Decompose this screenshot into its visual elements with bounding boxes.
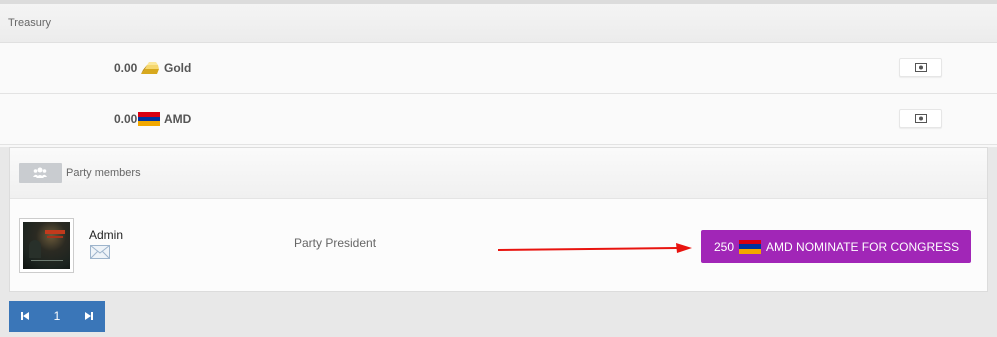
treasury-row-amd: 0.00 AMD — [0, 94, 997, 145]
nominate-amount: 250 — [714, 239, 735, 254]
nominate-label: AMD NOMINATE FOR CONGRESS — [766, 239, 960, 254]
red-arrow-annotation — [497, 243, 692, 253]
money-icon — [915, 114, 927, 123]
treasury-row-gold: 0.00 Gold — [0, 43, 997, 94]
member-name[interactable]: Admin — [89, 228, 123, 242]
party-members-panel: Party members Admin Party President 250 — [9, 147, 988, 292]
treasury-title: Treasury — [0, 4, 997, 43]
money-icon — [915, 63, 927, 72]
first-page-button[interactable] — [9, 301, 41, 332]
party-members-title: Party members — [66, 167, 141, 179]
member-row: Admin Party President 250 AMD NOMINATE F… — [10, 199, 987, 291]
exchange-gold-button[interactable] — [899, 58, 942, 77]
mail-icon[interactable] — [90, 245, 110, 259]
nominate-for-congress-button[interactable]: 250 AMD NOMINATE FOR CONGRESS — [701, 230, 971, 263]
amd-label: AMD — [164, 112, 192, 126]
gold-amount: 0.00 — [114, 61, 138, 75]
avatar[interactable] — [19, 218, 74, 273]
last-page-button[interactable] — [73, 301, 105, 332]
party-members-toggle[interactable] — [19, 163, 62, 183]
amd-amount: 0.00 — [114, 112, 138, 126]
member-role: Party President — [294, 236, 377, 250]
skip-forward-icon — [85, 312, 93, 320]
current-page[interactable]: 1 — [41, 301, 73, 332]
armenia-flag-icon — [739, 239, 762, 254]
treasury-panel: Treasury 0.00 Gold 0.00 AMD — [0, 4, 997, 147]
party-members-header: Party members — [10, 148, 987, 199]
exchange-amd-button[interactable] — [899, 109, 942, 128]
gold-label: Gold — [164, 61, 192, 75]
gold-bar-icon — [138, 61, 160, 75]
users-icon — [33, 167, 47, 178]
skip-back-icon — [21, 312, 29, 320]
pagination: 1 — [9, 301, 105, 332]
armenia-flag-icon — [138, 112, 160, 127]
avatar-image — [23, 222, 70, 269]
